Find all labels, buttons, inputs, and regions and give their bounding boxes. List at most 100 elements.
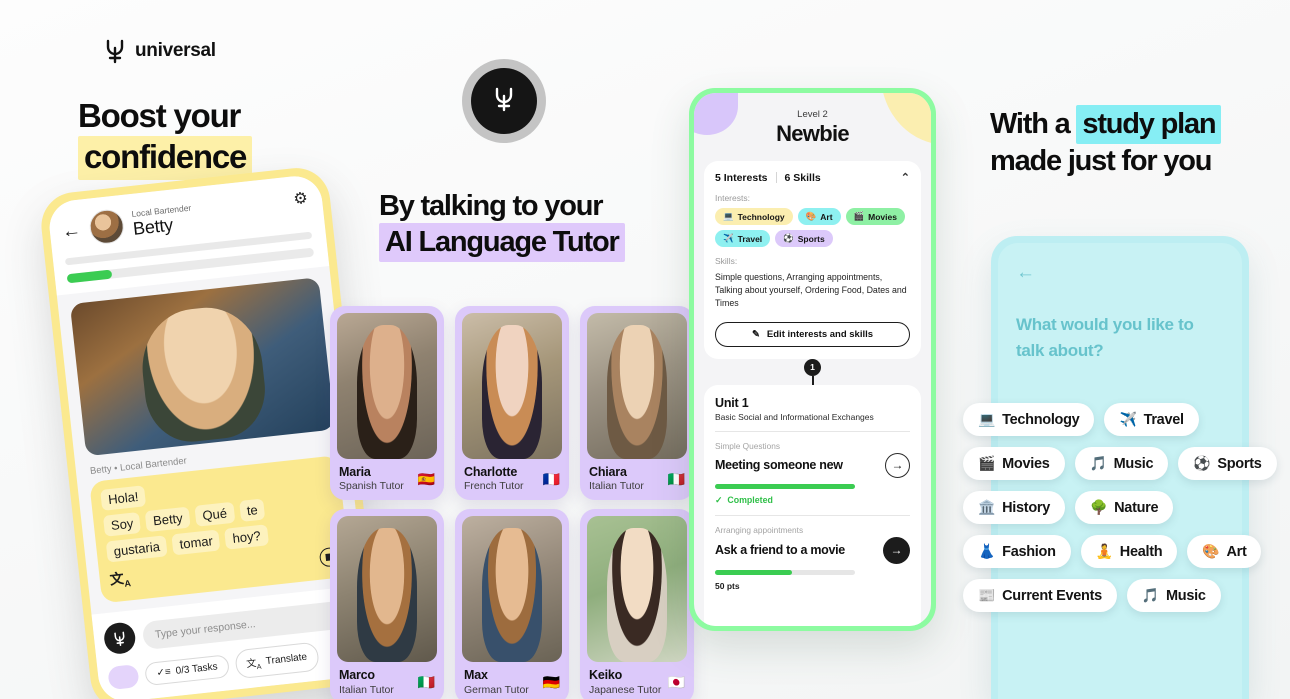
interests-count: 5 Interests xyxy=(715,171,768,184)
topic-chip[interactable]: 🌳 Nature xyxy=(1075,491,1174,524)
rank-title: Newbie xyxy=(776,121,850,146)
topic-chip[interactable]: 🧘 Health xyxy=(1080,535,1178,568)
tutor-card[interactable]: Chiara Italian Tutor 🇮🇹 xyxy=(580,306,694,501)
skills-text: Simple questions, Arranging appointments… xyxy=(715,272,907,309)
word-chip[interactable]: gustaria xyxy=(105,535,168,563)
interest-emoji-icon: 💻 xyxy=(723,211,734,221)
interest-chip[interactable]: ✈️ Travel xyxy=(715,230,771,247)
tutor-name: Keiko xyxy=(589,668,623,683)
topic-chip[interactable]: 🎨 Art xyxy=(1187,535,1262,568)
lesson-name: Meeting someone new xyxy=(715,458,843,473)
tutor-photo xyxy=(337,516,437,663)
tutor-info: Chiara Italian Tutor 🇮🇹 xyxy=(587,465,687,492)
tutor-card[interactable]: Keiko Japanese Tutor 🇯🇵 xyxy=(580,509,694,699)
unit-subtitle: Basic Social and Informational Exchanges xyxy=(715,411,874,422)
interest-emoji-icon: ✈️ xyxy=(723,233,734,243)
tasks-label: 0/3 Tasks xyxy=(175,661,219,677)
headline-right-line2: made just for you xyxy=(990,145,1213,178)
message-bubble: Hola! Soy Betty Qué te gustaria tomar ho… xyxy=(89,455,351,604)
topic-chip-list: 💻 Technology ✈️ Travel 🎬 Movies 🎵 Music ⚽ Spo… xyxy=(963,403,1287,612)
tutor-info: Maria Spanish Tutor 🇪🇸 xyxy=(337,465,437,492)
interest-chip[interactable]: 🎨 Art xyxy=(797,208,841,225)
topic-chip[interactable]: 🎬 Movies xyxy=(963,447,1065,480)
mic-badge-inner xyxy=(471,68,537,134)
assist-button[interactable] xyxy=(107,663,140,691)
topic-chip[interactable]: ✈️ Travel xyxy=(1104,403,1199,436)
tutor-role: Spanish Tutor xyxy=(339,480,404,493)
topic-label: Sports xyxy=(1217,455,1262,472)
lesson-progress-bar xyxy=(715,483,856,489)
interest-emoji-icon: 🎨 xyxy=(805,211,817,221)
interest-chip[interactable]: ⚽ Sports xyxy=(775,230,833,247)
word-chip[interactable]: Soy xyxy=(102,512,142,537)
contact-meta: Local Bartender Betty xyxy=(131,202,194,239)
word-chip[interactable]: tomar xyxy=(171,529,221,556)
topic-emoji-icon: 📰 xyxy=(978,587,996,603)
topic-label: Music xyxy=(1113,455,1154,472)
brand-logo: universal xyxy=(104,38,216,64)
topic-chip[interactable]: ⚽ Sports xyxy=(1178,447,1277,480)
topic-chip[interactable]: 💻 Technology xyxy=(963,403,1095,436)
flag-icon: 🇩🇪 xyxy=(542,674,560,691)
interest-chip[interactable]: 💻 Technology xyxy=(715,208,793,225)
lesson-category: Simple Questions xyxy=(715,440,781,451)
headline-left: Boost your confidence xyxy=(78,97,253,180)
lesson-points: 50 pts xyxy=(715,580,740,591)
chat-body: Betty • Local Bartender Hola! Soy Betty … xyxy=(57,266,363,605)
gear-icon[interactable]: ⚙ xyxy=(292,188,309,209)
interest-chip-list: 💻 Technology 🎨 Art 🎬 Movies ✈️ Travel ⚽ … xyxy=(715,208,910,247)
word-chip[interactable]: hoy? xyxy=(224,524,269,550)
tutor-card[interactable]: Marco Italian Tutor 🇮🇹 xyxy=(330,509,444,699)
divider xyxy=(715,514,910,516)
unit-number-badge: 1 xyxy=(804,358,821,376)
card-summary-row: 5 Interests 6 Skills ⌃ xyxy=(715,171,910,185)
lesson-name: Ask a friend to a movie xyxy=(715,543,845,558)
interest-chip[interactable]: 🎬 Movies xyxy=(845,208,905,225)
mic-icon[interactable] xyxy=(102,621,137,656)
flag-icon: 🇮🇹 xyxy=(667,470,685,487)
word-chip[interactable]: Betty xyxy=(145,506,191,533)
translate-label: Translate xyxy=(265,651,308,668)
topic-emoji-icon: 🎵 xyxy=(1089,455,1107,471)
word-chip[interactable]: Qué xyxy=(194,501,236,527)
flag-icon: 🇮🇹 xyxy=(417,674,435,691)
interest-emoji-icon: ⚽ xyxy=(783,233,794,243)
topic-chip[interactable]: 👗 Fashion xyxy=(963,535,1071,568)
translate-button[interactable]: 文A Translate xyxy=(233,641,320,680)
word-chip[interactable]: Hola! xyxy=(100,485,147,512)
topic-emoji-icon: 🎵 xyxy=(1141,587,1160,603)
back-arrow-icon[interactable]: ← xyxy=(1016,263,1224,282)
topic-question: What would you like to talk about? xyxy=(1016,315,1194,360)
tutor-info: Charlotte French Tutor 🇫🇷 xyxy=(462,465,562,492)
headline-right-line1-prefix: With a xyxy=(990,108,1077,140)
tutor-card[interactable]: Maria Spanish Tutor 🇪🇸 xyxy=(330,306,444,501)
back-arrow-icon[interactable]: ← xyxy=(61,219,82,242)
tasks-button[interactable]: ✓≡ 0/3 Tasks xyxy=(144,654,230,687)
translate-icon[interactable]: 文A xyxy=(109,568,131,591)
mic-icon xyxy=(493,86,515,117)
lesson-item[interactable]: Arranging appointments Ask a friend to a… xyxy=(715,525,910,591)
topic-label: Technology xyxy=(1002,411,1080,428)
topic-chip[interactable]: 🎵 Music xyxy=(1126,579,1221,612)
tutor-photo xyxy=(587,516,687,663)
pencil-icon: ✎ xyxy=(751,328,760,340)
chevron-up-icon[interactable]: ⌃ xyxy=(901,171,910,184)
topic-chip[interactable]: 📰 Current Events xyxy=(963,579,1117,612)
tutor-photo xyxy=(462,516,562,663)
tutor-card[interactable]: Charlotte French Tutor 🇫🇷 xyxy=(455,306,569,501)
topic-emoji-icon: 🧘 xyxy=(1095,543,1113,559)
tutor-card[interactable]: Max German Tutor 🇩🇪 xyxy=(455,509,569,699)
lesson-item[interactable]: Simple Questions Meeting someone new → ✓… xyxy=(715,441,910,506)
lesson-go-arrow-icon[interactable]: → xyxy=(883,536,910,564)
lesson-go-arrow-icon[interactable]: → xyxy=(885,452,910,478)
topic-chip[interactable]: 🎵 Music xyxy=(1074,447,1169,480)
edit-interests-skills-button[interactable]: ✎ Edit interests and skills xyxy=(715,321,910,347)
word-chip[interactable]: te xyxy=(238,498,266,523)
topic-chip[interactable]: 🏛️ History xyxy=(963,491,1065,524)
marketing-collage: universal Boost your confidence By talki… xyxy=(0,0,1290,699)
topic-emoji-icon: 💻 xyxy=(978,411,996,427)
headline-middle: By talking to your AI Language Tutor xyxy=(379,189,625,263)
interest-label: Art xyxy=(820,211,833,222)
divider xyxy=(775,172,777,183)
tutor-info: Marco Italian Tutor 🇮🇹 xyxy=(337,668,437,695)
